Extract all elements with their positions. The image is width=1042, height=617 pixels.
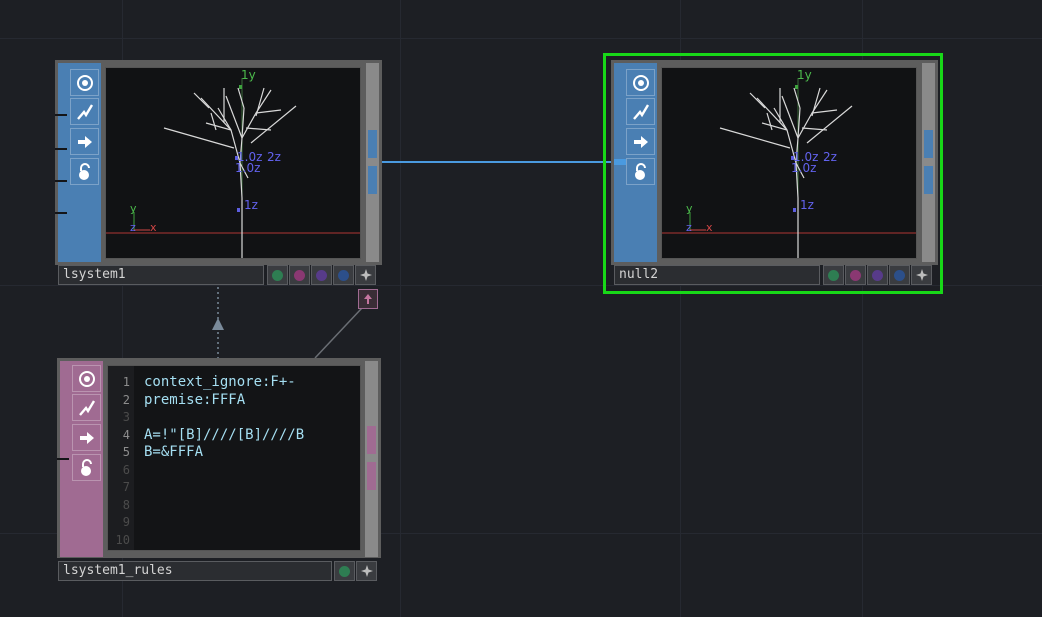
dat-text-viewer[interactable]: 1 context_ignore:F+- 2 premise:FFFA 3 4 A=!"[B…	[107, 365, 361, 551]
node-lsystem1-rules[interactable]: 1 context_ignore:F+- 2 premise:FFFA 3 4 A=!"[B…	[57, 358, 381, 583]
line-number: 8	[122, 497, 130, 512]
branch-label: 1z	[244, 198, 258, 212]
branch-label: 2z	[267, 150, 281, 164]
line-number: 6	[122, 462, 130, 477]
green-flag[interactable]	[267, 265, 288, 285]
node-viewer[interactable]: 1y 1.0z 1.0z 2z 1z y z x	[661, 67, 917, 259]
axis-gizmo-x: x	[150, 221, 157, 234]
pin-icon[interactable]	[355, 265, 376, 285]
axis-label-y-top: 1y	[241, 68, 256, 82]
line-number: 5	[122, 445, 130, 459]
pink-flag[interactable]	[845, 265, 866, 285]
purple-flag[interactable]	[867, 265, 888, 285]
green-flag[interactable]	[823, 265, 844, 285]
line-number: 10	[115, 532, 130, 547]
pin-icon[interactable]	[356, 561, 377, 581]
blue-flag[interactable]	[333, 265, 354, 285]
output-connector[interactable]	[924, 166, 933, 194]
node-output-bar	[365, 361, 378, 557]
line-number: 2	[122, 392, 130, 407]
node-strip	[58, 63, 101, 262]
node-null2[interactable]: 1y 1.0z 1.0z 2z 1z y z x null2	[611, 60, 938, 290]
node-name-field[interactable]: lsystem1	[58, 265, 264, 285]
viewer-icon[interactable]	[70, 69, 99, 96]
code-line[interactable]: context_ignore:F+-	[144, 374, 296, 392]
output-connector[interactable]	[368, 130, 377, 158]
axis-label-y-top: 1y	[797, 68, 812, 82]
wire-arrow-up-icon	[212, 318, 224, 330]
branch-label: 1z	[800, 198, 814, 212]
node-output-bar	[366, 63, 379, 262]
axis-gizmo-z: z	[686, 221, 692, 234]
docked-op-flag[interactable]	[358, 289, 378, 309]
purple-flag[interactable]	[311, 265, 332, 285]
line-number: 4	[122, 427, 130, 442]
line-number: 3	[122, 410, 130, 424]
code-line[interactable]: B=&FFFA	[144, 444, 203, 462]
output-connector[interactable]	[368, 166, 377, 194]
axis-gizmo-z: z	[130, 221, 136, 234]
line-number: 9	[122, 515, 130, 529]
display-icon[interactable]	[626, 128, 655, 155]
branch-label: 2z	[823, 150, 837, 164]
axis-gizmo-y: y	[686, 202, 693, 215]
bypass-icon[interactable]	[72, 394, 101, 421]
output-connector[interactable]	[367, 426, 376, 454]
lsystem-tree-preview	[106, 78, 360, 258]
axis-gizmo-y: y	[130, 202, 137, 215]
viewer-icon[interactable]	[72, 365, 101, 392]
node-output-bar	[922, 63, 935, 262]
line-number: 7	[122, 480, 130, 494]
green-flag[interactable]	[334, 561, 355, 581]
axis-gizmo-x: x	[706, 221, 713, 234]
pink-flag[interactable]	[289, 265, 310, 285]
node-viewer[interactable]: 1y 1.0z 1.0z 2z 1z y z x	[105, 67, 361, 259]
bypass-icon[interactable]	[626, 98, 655, 125]
viewer-icon[interactable]	[626, 69, 655, 96]
branch-label: 1.0z	[235, 161, 261, 175]
code-lines: 1 context_ignore:F+- 2 premise:FFFA 3 4 A=!"[B…	[108, 374, 360, 550]
branch-label: 1.0z	[791, 161, 817, 175]
output-connector[interactable]	[367, 462, 376, 490]
lock-icon[interactable]	[626, 158, 655, 185]
line-number: 1	[122, 375, 130, 389]
pin-icon[interactable]	[911, 265, 932, 285]
lsystem-tree-preview	[662, 78, 916, 258]
output-connector[interactable]	[924, 130, 933, 158]
display-icon[interactable]	[70, 128, 99, 155]
pin-icon	[364, 294, 372, 304]
code-line[interactable]: premise:FFFA	[144, 392, 245, 410]
bypass-icon[interactable]	[70, 98, 99, 125]
blue-flag[interactable]	[889, 265, 910, 285]
code-line[interactable]: A=!"[B]////[B]////B	[144, 427, 304, 445]
input-connector[interactable]	[614, 159, 626, 165]
display-icon[interactable]	[72, 424, 101, 451]
lock-icon[interactable]	[70, 158, 99, 185]
lock-icon[interactable]	[72, 454, 101, 481]
node-name-field[interactable]: null2	[614, 265, 820, 285]
node-lsystem1[interactable]: 1y 1.0z 1.0z 2z 1z y z x lsystem1	[55, 60, 382, 290]
node-name-field[interactable]: lsystem1_rules	[58, 561, 332, 581]
wire-rules-flag	[314, 307, 363, 359]
